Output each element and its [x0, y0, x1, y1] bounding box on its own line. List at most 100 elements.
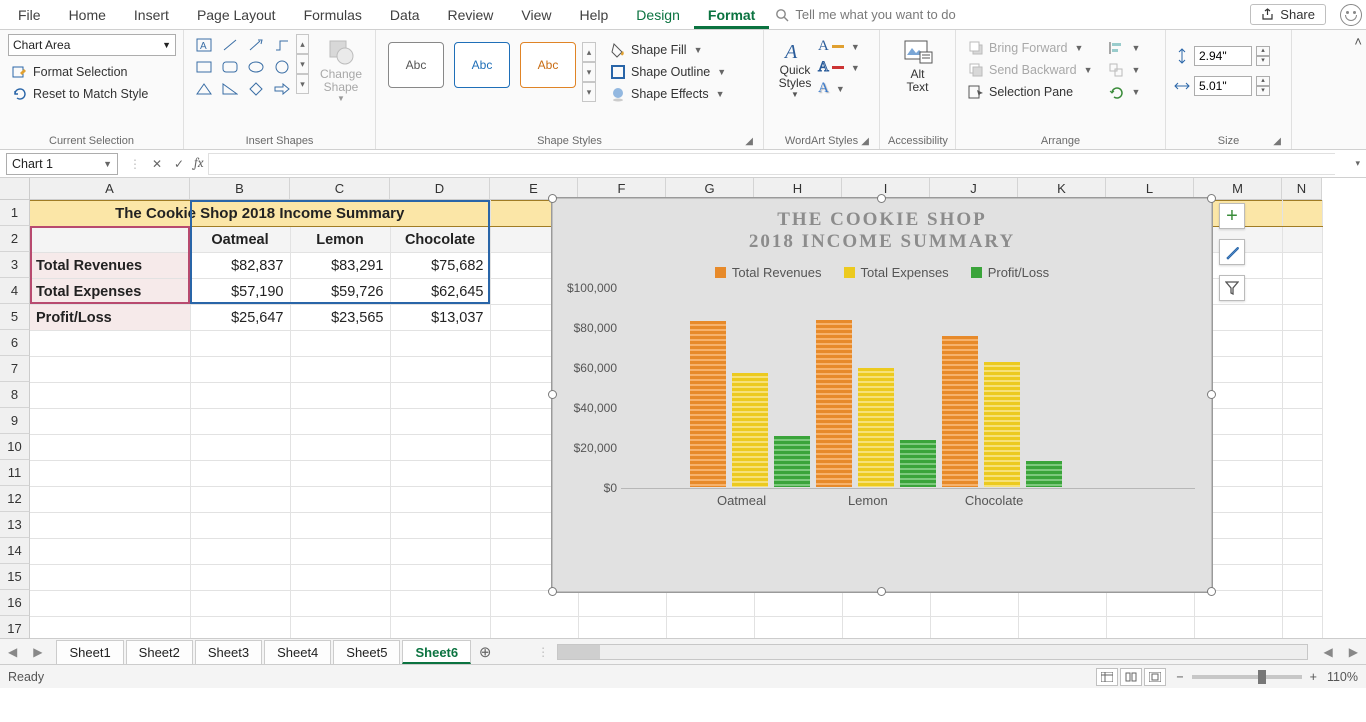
- cell[interactable]: [1282, 357, 1322, 383]
- bar[interactable]: [942, 336, 978, 487]
- resize-handle[interactable]: [1207, 194, 1216, 203]
- row-header-17[interactable]: 17: [0, 616, 30, 638]
- cell[interactable]: [190, 409, 290, 435]
- shape-height-input[interactable]: [1194, 46, 1252, 66]
- line-shape-icon[interactable]: [219, 35, 241, 55]
- cell[interactable]: [290, 513, 390, 539]
- bar-group[interactable]: [690, 321, 810, 487]
- shape-style-1[interactable]: Abc: [388, 42, 444, 88]
- resize-handle[interactable]: [548, 587, 557, 596]
- row-header-12[interactable]: 12: [0, 486, 30, 512]
- rotate-button[interactable]: ▼: [1104, 82, 1144, 102]
- row-header-3[interactable]: 3: [0, 252, 30, 278]
- cell[interactable]: [666, 617, 754, 639]
- cell[interactable]: [390, 435, 490, 461]
- row-headers[interactable]: 1234567891011121314151617: [0, 200, 30, 638]
- row-header-13[interactable]: 13: [0, 512, 30, 538]
- cell[interactable]: [1282, 279, 1322, 305]
- feedback-smiley-icon[interactable]: [1340, 4, 1362, 26]
- col-header-N[interactable]: N: [1282, 178, 1322, 200]
- cell[interactable]: [390, 357, 490, 383]
- hscroll-left[interactable]: ◀: [1316, 645, 1341, 659]
- col-header-B[interactable]: B: [190, 178, 290, 200]
- cell[interactable]: [290, 409, 390, 435]
- cell[interactable]: [190, 331, 290, 357]
- cell[interactable]: [290, 461, 390, 487]
- bar[interactable]: [900, 440, 936, 487]
- cell[interactable]: [290, 617, 390, 639]
- bar[interactable]: [1026, 461, 1062, 487]
- menu-tab-insert[interactable]: Insert: [120, 1, 183, 29]
- cell[interactable]: [390, 331, 490, 357]
- cell[interactable]: [190, 591, 290, 617]
- menu-tab-view[interactable]: View: [507, 1, 565, 29]
- shape-gallery-scroll[interactable]: ▴▾▾: [296, 34, 309, 94]
- bar[interactable]: [816, 320, 852, 487]
- cell[interactable]: [578, 591, 666, 617]
- cell[interactable]: [390, 383, 490, 409]
- shape-outline-button[interactable]: Shape Outline▼: [606, 62, 730, 82]
- cancel-formula-button[interactable]: ✕: [146, 157, 168, 171]
- cell[interactable]: [1282, 201, 1322, 227]
- cell[interactable]: [190, 513, 290, 539]
- shape-styles-launcher[interactable]: ◢: [745, 136, 753, 147]
- cell[interactable]: [1282, 409, 1322, 435]
- resize-handle[interactable]: [1207, 587, 1216, 596]
- size-launcher[interactable]: ◢: [1273, 136, 1281, 147]
- resize-handle[interactable]: [548, 194, 557, 203]
- cell[interactable]: [1018, 591, 1106, 617]
- cell[interactable]: The Cookie Shop 2018 Income Summary: [30, 201, 490, 227]
- menu-tab-review[interactable]: Review: [434, 1, 508, 29]
- line-arrow-shape-icon[interactable]: [245, 35, 267, 55]
- cell[interactable]: [1194, 617, 1282, 639]
- cell[interactable]: [290, 591, 390, 617]
- cell[interactable]: [490, 591, 578, 617]
- cell[interactable]: [290, 331, 390, 357]
- cell[interactable]: $75,682: [390, 253, 490, 279]
- cell[interactable]: [578, 617, 666, 639]
- sheet-tab-sheet1[interactable]: Sheet1: [56, 640, 123, 664]
- connector-shape-icon[interactable]: [271, 35, 293, 55]
- col-header-H[interactable]: H: [754, 178, 842, 200]
- col-header-A[interactable]: A: [30, 178, 190, 200]
- chart-title-line2[interactable]: 2018 INCOME SUMMARY: [565, 231, 1199, 253]
- zoom-in-button[interactable]: +: [1310, 670, 1317, 684]
- shape-style-gallery[interactable]: Abc Abc Abc: [384, 34, 580, 102]
- cell[interactable]: Total Expenses: [30, 279, 190, 305]
- cell[interactable]: [390, 565, 490, 591]
- rectangle-shape-icon[interactable]: [193, 57, 215, 77]
- horizontal-scrollbar[interactable]: [557, 644, 1307, 660]
- cell[interactable]: [754, 617, 842, 639]
- cell[interactable]: [30, 591, 190, 617]
- collapse-ribbon-button[interactable]: ˄: [1354, 34, 1362, 49]
- textbox-shape-icon[interactable]: A: [193, 35, 215, 55]
- cell[interactable]: [290, 565, 390, 591]
- resize-handle[interactable]: [1207, 390, 1216, 399]
- cell[interactable]: [190, 487, 290, 513]
- bar[interactable]: [732, 373, 768, 487]
- cell[interactable]: [190, 539, 290, 565]
- shape-fill-button[interactable]: Shape Fill▼: [606, 40, 730, 60]
- cell[interactable]: [30, 617, 190, 639]
- zoom-level[interactable]: 110%: [1327, 670, 1358, 684]
- format-selection-button[interactable]: Format Selection: [8, 62, 175, 82]
- diamond-shape-icon[interactable]: [245, 79, 267, 99]
- row-header-10[interactable]: 10: [0, 434, 30, 460]
- bar-group[interactable]: [816, 320, 936, 487]
- tellme-search[interactable]: Tell me what you want to do: [775, 7, 955, 22]
- enter-formula-button[interactable]: ✓: [168, 157, 190, 171]
- col-header-K[interactable]: K: [1018, 178, 1106, 200]
- text-outline-button[interactable]: A▼: [818, 59, 860, 76]
- cell[interactable]: [1106, 617, 1194, 639]
- cell[interactable]: $13,037: [390, 305, 490, 331]
- triangle-shape-icon[interactable]: [193, 79, 215, 99]
- bar[interactable]: [984, 362, 1020, 487]
- cell[interactable]: Lemon: [290, 227, 390, 253]
- cell[interactable]: [390, 513, 490, 539]
- cell[interactable]: [1282, 305, 1322, 331]
- cell[interactable]: [390, 591, 490, 617]
- sheet-tab-sheet4[interactable]: Sheet4: [264, 640, 331, 664]
- cell[interactable]: [1282, 461, 1322, 487]
- chart-styles-button[interactable]: [1219, 239, 1245, 265]
- cell[interactable]: [290, 435, 390, 461]
